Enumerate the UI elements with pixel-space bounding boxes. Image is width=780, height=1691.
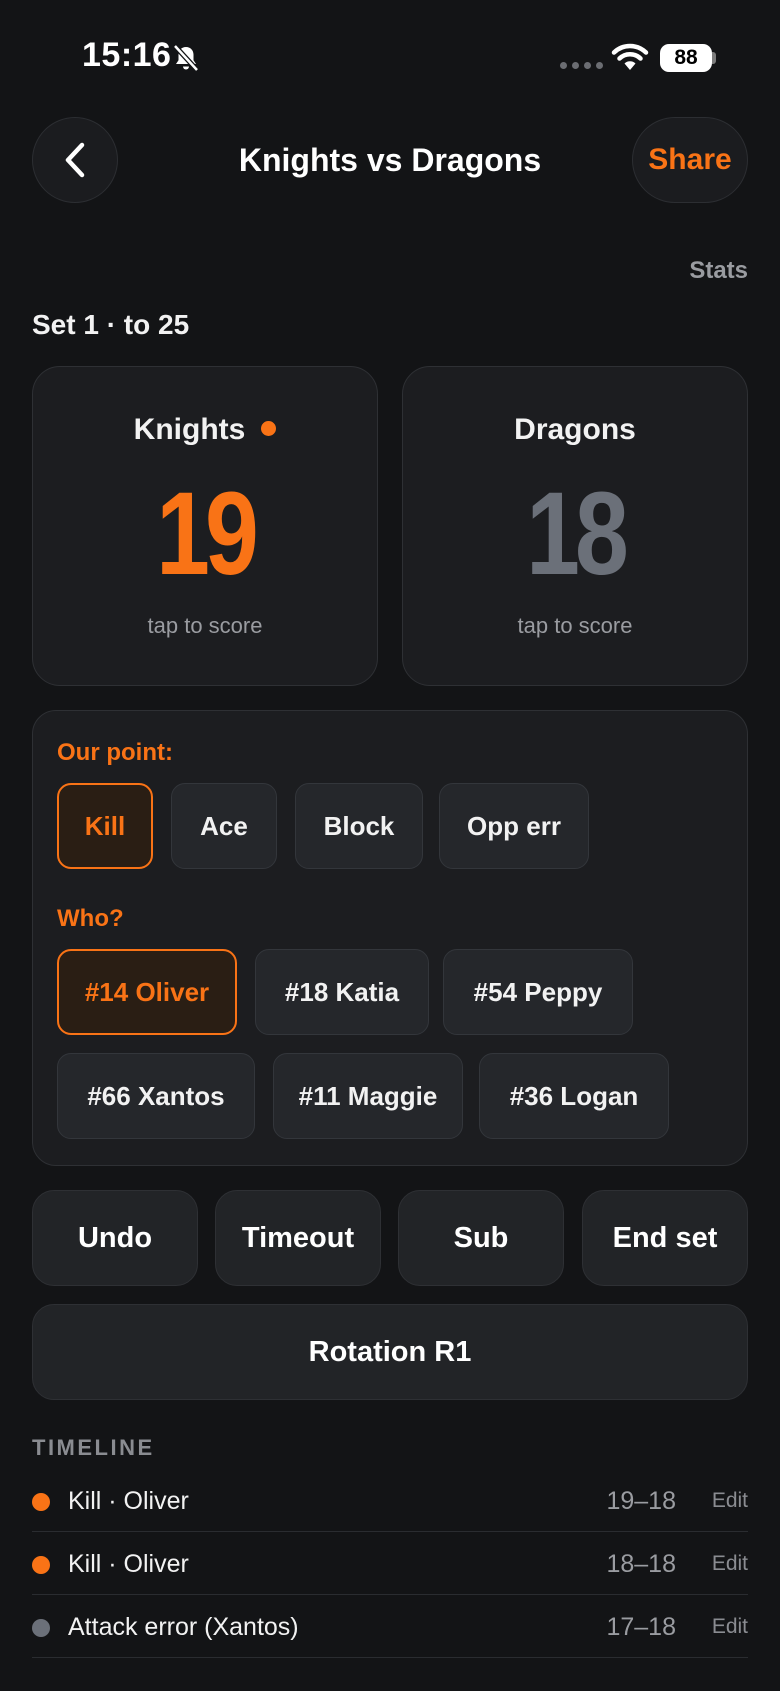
battery-icon: 88 (660, 44, 712, 72)
player-chip-oliver[interactable]: #14 Oliver (57, 949, 237, 1035)
event-dot (32, 1619, 50, 1637)
team-score: 18 (526, 468, 629, 600)
sub-button[interactable]: Sub (398, 1190, 564, 1286)
tap-to-score-hint: tap to score (517, 613, 633, 638)
player-chip-logan[interactable]: #36 Logan (479, 1053, 669, 1139)
event-text: Kill · Oliver (68, 1487, 189, 1515)
timeline-event-row: Attack error (Xantos) 17–18 Edit (32, 1595, 748, 1658)
event-score: 19–18 (606, 1487, 676, 1515)
point-type-opp-err[interactable]: Opp err (439, 783, 589, 869)
set-label: Set 1 · to 25 (32, 309, 190, 340)
wifi-icon (611, 43, 649, 70)
timeline-heading: TIMELINE (32, 1435, 155, 1460)
event-dot (32, 1493, 50, 1511)
point-type-ace[interactable]: Ace (171, 783, 277, 869)
player-chip-xantos[interactable]: #66 Xantos (57, 1053, 255, 1139)
team-score: 19 (156, 468, 259, 600)
our-point-label: Our point: (57, 739, 173, 766)
edit-button[interactable]: Edit (712, 1552, 748, 1576)
battery-tip (712, 52, 716, 64)
player-chip-katia[interactable]: #18 Katia (255, 949, 429, 1035)
serving-indicator-dot (261, 420, 277, 436)
team-name: Knights (133, 413, 246, 446)
timeout-button[interactable]: Timeout (215, 1190, 381, 1286)
undo-button[interactable]: Undo (32, 1190, 198, 1286)
event-text: Kill · Oliver (68, 1550, 189, 1578)
player-chip-peppy[interactable]: #54 Peppy (443, 949, 633, 1035)
share-button[interactable]: Share (632, 117, 748, 203)
tap-to-score-hint: tap to score (147, 613, 263, 638)
player-chip-maggie[interactable]: #11 Maggie (273, 1053, 463, 1139)
point-entry-panel: Our point: Kill Ace Block Opp err Who? #… (32, 710, 748, 1166)
event-text: Attack error (Xantos) (68, 1613, 299, 1641)
team-name: Dragons (514, 413, 636, 446)
status-time: 15:16 (82, 36, 172, 74)
team-name-row: Knights (33, 413, 377, 447)
event-score: 18–18 (606, 1550, 676, 1578)
rotation-button[interactable]: Rotation R1 (32, 1304, 748, 1400)
timeline-event-row: Kill · Oliver 19–18 Edit (32, 1469, 748, 1532)
point-type-kill[interactable]: Kill (57, 783, 153, 869)
team-score-card-dragons[interactable]: Dragons 18 tap to score (402, 366, 748, 686)
cellular-signal-icon (560, 62, 603, 69)
who-label: Who? (57, 905, 124, 932)
bell-muted-icon (173, 44, 199, 72)
event-dot (32, 1556, 50, 1574)
point-type-block[interactable]: Block (295, 783, 423, 869)
stats-link[interactable]: Stats (689, 257, 748, 285)
timeline-event-row: Kill · Oliver 18–18 Edit (32, 1532, 748, 1595)
event-score: 17–18 (606, 1613, 676, 1641)
edit-button[interactable]: Edit (712, 1615, 748, 1639)
edit-button[interactable]: Edit (712, 1489, 748, 1513)
end-set-button[interactable]: End set (582, 1190, 748, 1286)
team-score-card-knights[interactable]: Knights 19 tap to score (32, 366, 378, 686)
